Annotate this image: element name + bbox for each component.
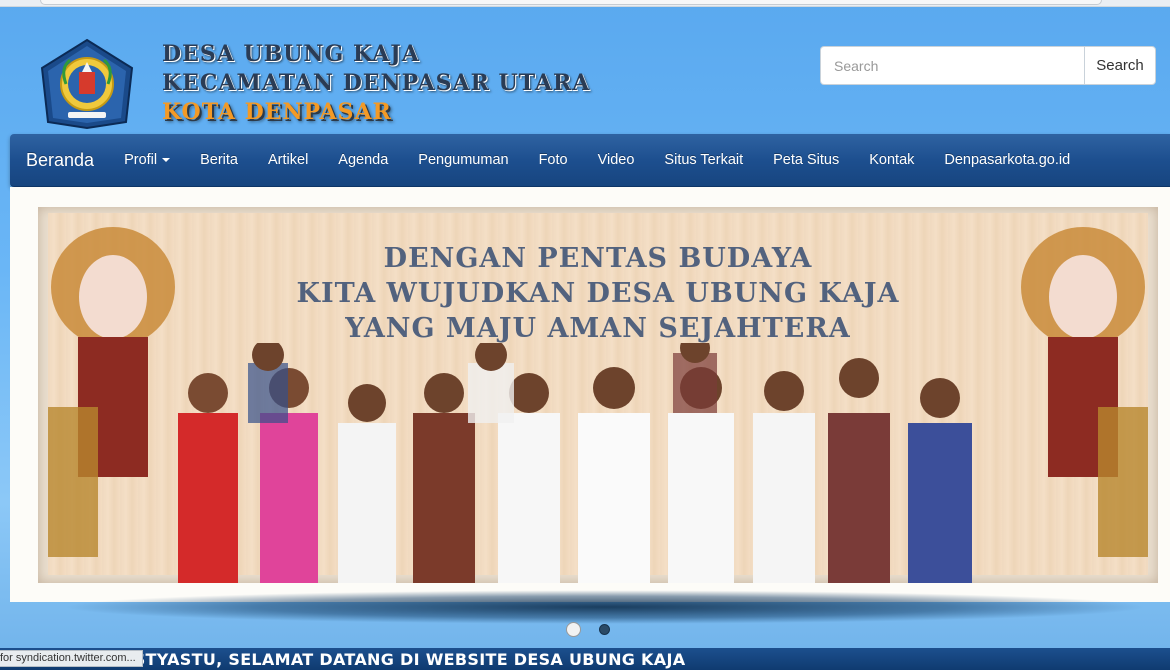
slider-shadow: [60, 590, 1150, 624]
banner-line: DENGAN PENTAS BUDAYA: [383, 243, 813, 274]
welcome-marquee: OM SWASTYASTU, SELAMAT DATANG DI WEBSITE…: [0, 648, 1170, 670]
nav-item-video[interactable]: Video: [583, 152, 650, 168]
browser-status-bar: for syndication.twitter.com...: [0, 650, 143, 667]
marquee-text: OM SWASTYASTU, SELAMAT DATANG DI WEBSITE…: [56, 650, 686, 669]
nav-item-kontak[interactable]: Kontak: [854, 152, 929, 168]
village-logo[interactable]: [38, 38, 136, 130]
caret-down-icon: [162, 158, 171, 163]
slider-dot-2[interactable]: [599, 624, 610, 635]
nav-item-profil[interactable]: Profil: [109, 152, 185, 168]
search-button[interactable]: Search: [1084, 46, 1156, 85]
main-navbar: Beranda Profil Berita Artikel Agenda Pen…: [10, 134, 1170, 187]
nav-item-artikel[interactable]: Artikel: [253, 152, 323, 168]
site-title-city: KOTA DENPASAR: [162, 99, 392, 125]
left-dancer-figure: [48, 227, 175, 557]
slider-pagination: [566, 622, 610, 637]
nav-item-situs-terkait[interactable]: Situs Terkait: [649, 152, 758, 168]
banner-line: YANG MAJU AMAN SEJAHTERA: [345, 313, 851, 344]
nav-item-agenda[interactable]: Agenda: [323, 152, 403, 168]
site-title-village: DESA UBUNG KAJA: [162, 41, 420, 67]
slide-image: DENGAN PENTAS BUDAYA KITA WUJUDKAN DESA …: [38, 207, 1158, 583]
nav-item-peta-situs[interactable]: Peta Situs: [758, 152, 854, 168]
nav-item-denpasarkota[interactable]: Denpasarkota.go.id: [929, 152, 1085, 168]
slider-dot-1[interactable]: [566, 622, 581, 637]
nav-item-label: Profil: [124, 152, 158, 168]
site-title-block: DESA UBUNG KAJA KECAMATAN DENPASAR UTARA…: [162, 40, 590, 127]
bali-government-crest-icon: [40, 38, 134, 130]
image-slider[interactable]: DENGAN PENTAS BUDAYA KITA WUJUDKAN DESA …: [10, 187, 1170, 602]
browser-tab-strip: [40, 0, 1102, 5]
group-photo-people: [178, 343, 972, 583]
nav-item-beranda[interactable]: Beranda: [10, 150, 109, 171]
search-form: Search: [820, 46, 1156, 85]
nav-item-berita[interactable]: Berita: [185, 152, 253, 168]
browser-top-edge: [0, 0, 1170, 7]
banner-line: KITA WUJUDKAN DESA UBUNG KAJA: [296, 278, 900, 309]
right-dancer-figure: [1021, 227, 1148, 557]
search-input[interactable]: [820, 46, 1084, 85]
site-title-district: KECAMATAN DENPASAR UTARA: [162, 70, 591, 96]
nav-item-pengumuman[interactable]: Pengumuman: [403, 152, 523, 168]
nav-item-foto[interactable]: Foto: [524, 152, 583, 168]
slide-banner-text: DENGAN PENTAS BUDAYA KITA WUJUDKAN DESA …: [38, 241, 1158, 346]
